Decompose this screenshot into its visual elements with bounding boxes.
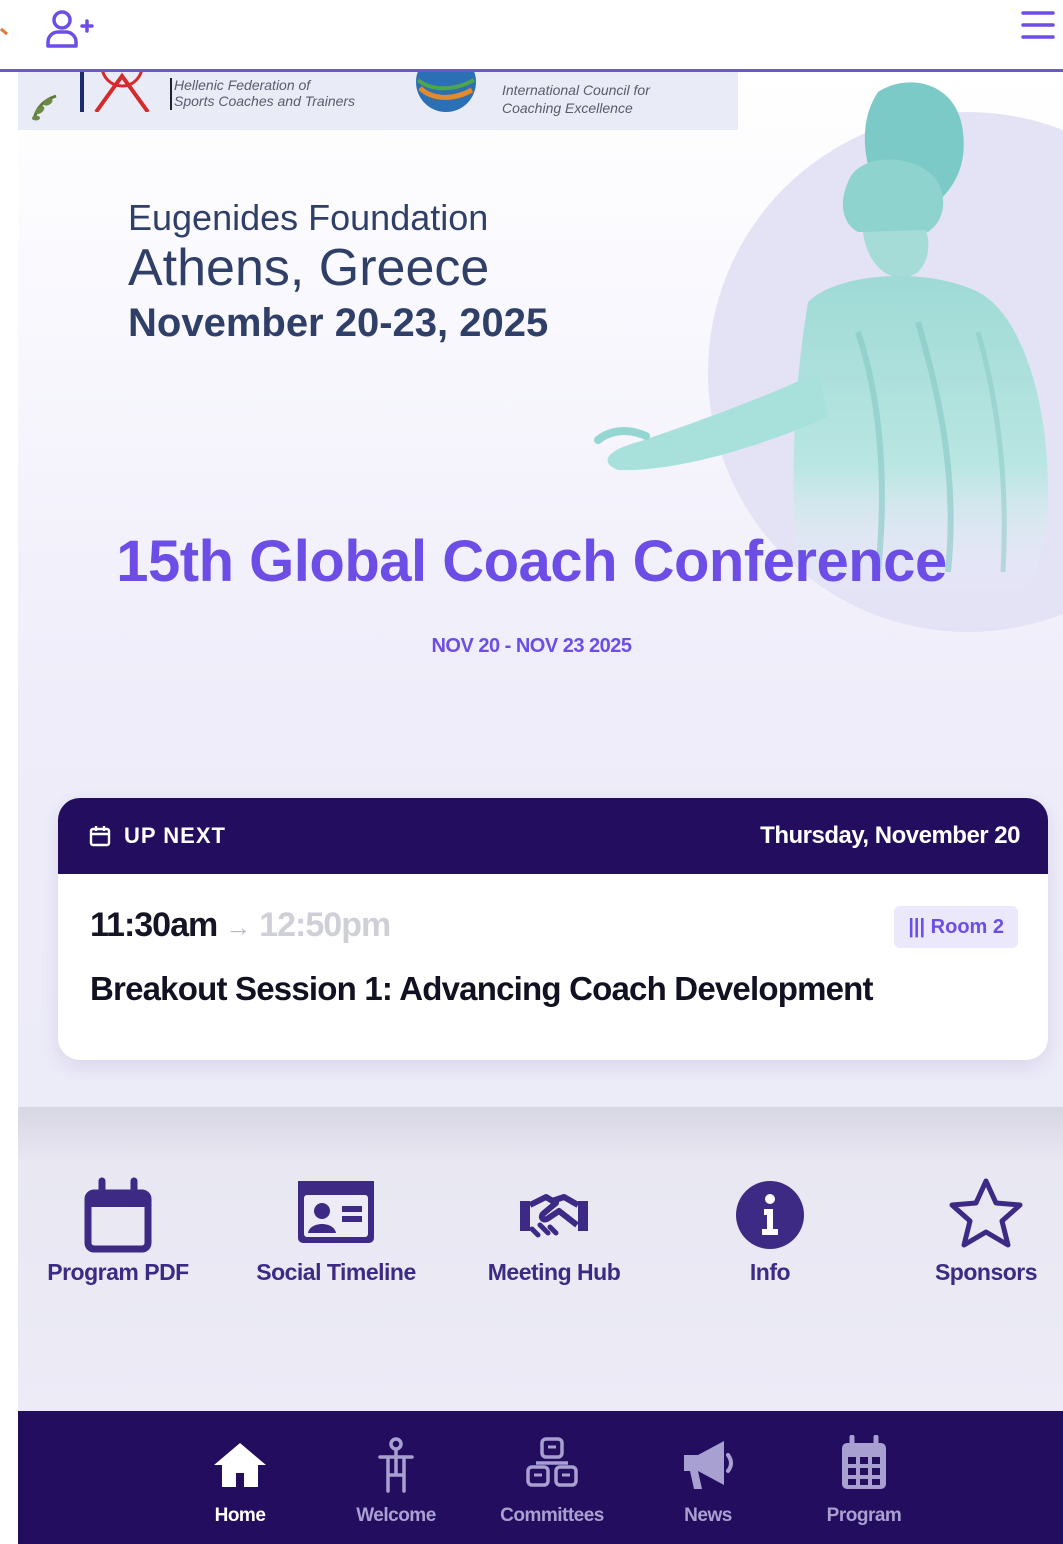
athena-statue-image [594, 82, 1048, 592]
venue-name: Eugenides Foundation [128, 197, 489, 238]
nav-home[interactable]: Home [180, 1435, 300, 1527]
nav-label: Home [214, 1505, 266, 1526]
add-user-icon[interactable] [44, 8, 96, 48]
icce-globe-logo [416, 72, 476, 112]
star-icon [949, 1178, 1023, 1248]
edge-mark [0, 27, 9, 36]
nav-label: Welcome [356, 1505, 436, 1526]
committees-icon [526, 1437, 578, 1487]
home-icon [214, 1443, 266, 1487]
arrow-right-icon: → [225, 912, 252, 942]
quick-link-social-timeline[interactable]: Social Timeline [246, 1175, 426, 1285]
hellenic-federation-logo [80, 72, 150, 112]
nav-news[interactable]: News [648, 1435, 768, 1527]
session-times: 11:30am → 12:50pm [90, 906, 391, 945]
calendar-small-icon [89, 826, 111, 847]
quick-link-label: Info [749, 1259, 791, 1285]
top-bar [0, 0, 1063, 72]
id-card-icon [298, 1181, 374, 1243]
quick-link-info[interactable]: Info [680, 1175, 860, 1285]
nav-welcome[interactable]: Welcome [336, 1435, 456, 1527]
up-next-day: Thursday, November 20 [760, 822, 1020, 849]
bottom-navigation: Home Welcome Committees News Program [18, 1411, 1063, 1544]
venue-block: Eugenides Foundation Athens, Greece Nove… [128, 197, 548, 349]
venue-city: Athens, Greece [128, 239, 490, 297]
megaphone-icon [684, 1441, 733, 1489]
nav-label: Program [826, 1505, 902, 1526]
calendar-icon [84, 1177, 152, 1253]
session-end-time: 12:50pm [259, 906, 391, 944]
session-title: Breakout Session 1: Advancing Coach Deve… [90, 970, 874, 1007]
hellenic-line-1: Hellenic Federation of [174, 77, 311, 93]
quick-link-label: Social Timeline [256, 1259, 416, 1285]
quick-link-label: Sponsors [934, 1259, 1038, 1285]
nav-label: Committees [500, 1505, 604, 1526]
nav-program[interactable]: Program [804, 1435, 924, 1527]
up-next-label-group: UP NEXT [88, 823, 226, 849]
info-icon [736, 1181, 804, 1249]
nav-committees[interactable]: Committees [492, 1435, 612, 1527]
handshake-icon [520, 1194, 588, 1238]
hamburger-menu-icon[interactable] [1017, 8, 1057, 42]
hellenic-federation-text: Hellenic Federation of Sports Coaches an… [174, 77, 355, 109]
up-next-label: UP NEXT [124, 823, 226, 848]
conference-title: 15th Global Coach Conference [116, 529, 947, 594]
quick-link-sponsors[interactable]: Sponsors [896, 1175, 1063, 1285]
quick-links: Program PDF Social Timeline Meeting Hub … [18, 1107, 1063, 1411]
quick-link-meeting-hub[interactable]: Meeting Hub [464, 1175, 644, 1285]
quick-link-label: Program PDF [47, 1259, 189, 1285]
up-next-card[interactable]: UP NEXT Thursday, November 20 11:30am → … [58, 798, 1048, 1060]
session-start-time: 11:30am [90, 906, 218, 944]
hellenic-line-2: Sports Coaches and Trainers [174, 93, 356, 109]
room-badge: ||| Room 2 [894, 906, 1018, 948]
person-icon [378, 1437, 414, 1493]
calendar-grid-icon [842, 1435, 886, 1489]
logo-divider [170, 78, 172, 110]
quick-link-program-pdf[interactable]: Program PDF [28, 1175, 208, 1285]
quick-link-label: Meeting Hub [487, 1259, 621, 1285]
conference-dates: NOV 20 - NOV 23 2025 [431, 635, 632, 657]
laurel-logo-icon [32, 94, 57, 121]
venue-dates: November 20-23, 2025 [128, 301, 549, 345]
up-next-header: UP NEXT Thursday, November 20 [58, 798, 1048, 874]
nav-label: News [684, 1505, 732, 1526]
